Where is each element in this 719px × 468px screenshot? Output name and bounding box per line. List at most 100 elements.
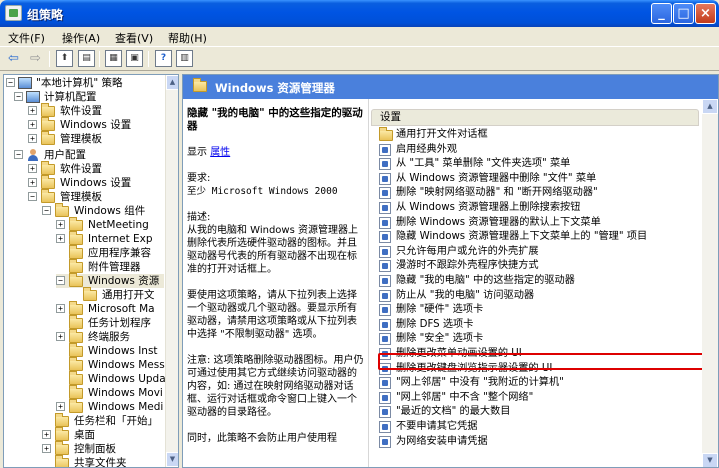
tree-item-control-panel[interactable]: + 控制面板 <box>42 441 164 456</box>
list-item-label: 防止从 "我的电脑" 访问驱动器 <box>396 289 535 301</box>
expand-icon[interactable]: + <box>28 164 37 173</box>
policy-title: 隐藏 "我的电脑" 中的这些指定的驱动器 <box>187 107 363 132</box>
menu-help[interactable]: 帮助(H) <box>168 30 207 46</box>
tree-item-user-software-settings[interactable]: + 软件设置 <box>28 161 164 176</box>
policy-setting-icon <box>379 435 391 448</box>
tree-item-windows-settings[interactable]: + Windows 设置 <box>28 117 164 132</box>
tree-item-internet-explorer[interactable]: + Internet Exp <box>56 231 164 246</box>
list-scrollbar[interactable]: ▲ ▼ <box>702 99 718 467</box>
collapse-icon[interactable]: − <box>6 78 15 87</box>
collapse-icon[interactable]: − <box>14 150 23 159</box>
expand-icon[interactable]: + <box>28 120 37 129</box>
tree-item-netmeeting[interactable]: + NetMeeting <box>56 217 164 232</box>
expand-icon[interactable]: + <box>56 332 65 341</box>
tree-item-admin-templates[interactable]: + 管理模板 <box>28 131 164 146</box>
show-label: 显示 <box>187 147 207 158</box>
help-icon[interactable]: ? <box>155 50 172 67</box>
policy-setting-icon <box>379 216 391 229</box>
tree-label: Windows 组件 <box>74 205 146 217</box>
tree-item-taskbar-start[interactable]: 任务栏和「开始」 <box>42 413 164 428</box>
expand-icon[interactable]: + <box>28 106 37 115</box>
menu-view[interactable]: 查看(V) <box>115 30 153 46</box>
collapse-icon[interactable]: − <box>28 192 37 201</box>
menu-file[interactable]: 文件(F) <box>8 30 45 46</box>
tree-item-windows-media-player[interactable]: + Windows Medi <box>56 399 164 414</box>
tree-item-shared-folders[interactable]: 共享文件夹 <box>42 455 164 467</box>
folder-icon <box>69 357 83 371</box>
extended-view-icon[interactable]: ▥ <box>176 50 193 67</box>
expand-icon[interactable]: + <box>28 178 37 187</box>
tree-label: 软件设置 <box>60 105 102 117</box>
settings-column-header[interactable]: 设置 <box>371 109 699 126</box>
tree-item-windows-explorer[interactable]: − Windows 资源 <box>56 273 164 288</box>
list-item-label: 启用经典外观 <box>396 143 458 155</box>
policy-setting-icon <box>379 202 391 214</box>
list-item-label: 从 "工具" 菜单删除 "文件夹选项" 菜单 <box>396 158 571 170</box>
folder-icon <box>69 343 83 357</box>
tree-pane: − "本地计算机" 策略 − 计算机配置 + 软件设置 + Windows 设置… <box>3 74 179 468</box>
scroll-up-icon[interactable]: ▲ <box>702 99 718 114</box>
folder-icon <box>69 371 83 385</box>
tree-item-common-open-file[interactable]: 通用打开文 <box>70 287 164 302</box>
policy-setting-icon <box>379 377 391 390</box>
scroll-up-icon[interactable]: ▲ <box>166 75 178 90</box>
properties-link[interactable]: 属性 <box>210 147 230 158</box>
tree-label: 计算机配置 <box>44 91 97 103</box>
collapse-icon[interactable]: − <box>42 206 51 215</box>
tree-item-user-admin-templates[interactable]: − 管理模板 <box>28 189 164 204</box>
list-item-label: 删除 DFS 选项卡 <box>396 318 474 330</box>
scroll-down-icon[interactable]: ▼ <box>702 453 718 467</box>
expand-icon[interactable]: + <box>28 134 37 143</box>
list-item-label: 为网络安装申请凭据 <box>396 435 488 447</box>
expand-icon[interactable]: + <box>42 444 51 453</box>
tree-item-microsoft-management[interactable]: + Microsoft Ma <box>56 301 164 316</box>
tree-label: 通用打开文 <box>102 289 155 301</box>
policy-setting-icon <box>379 187 391 200</box>
policy-setting-icon <box>379 231 391 244</box>
toolbar: ⇦ ⇨ ⬆ ▤ ▦ ▣ ? ▥ <box>0 47 719 71</box>
title-bar[interactable]: 组策略 _ □ × <box>0 0 719 27</box>
collapse-icon[interactable]: − <box>14 92 23 101</box>
expand-icon[interactable]: + <box>56 304 65 313</box>
close-button[interactable]: × <box>695 3 716 24</box>
tree-item-user-windows-settings[interactable]: + Windows 设置 <box>28 175 164 190</box>
tree-item-desktop[interactable]: + 桌面 <box>42 427 164 442</box>
tree-item-computer-config[interactable]: − 计算机配置 <box>14 90 164 104</box>
expand-icon[interactable]: + <box>56 220 65 229</box>
menu-action[interactable]: 操作(A) <box>62 30 100 46</box>
maximize-button[interactable]: □ <box>673 3 694 24</box>
tree-item-windows-installer[interactable]: Windows Inst <box>56 343 164 358</box>
tree-item-windows-messenger[interactable]: Windows Mess <box>56 357 165 372</box>
tree-item-windows-update[interactable]: Windows Upda <box>56 371 166 386</box>
tree-item-local-policy[interactable]: − "本地计算机" 策略 <box>6 76 166 90</box>
back-arrow-icon[interactable]: ⇦ <box>5 50 22 67</box>
tree-scrollbar[interactable]: ▲ ▼ <box>165 75 178 467</box>
tree-item-task-scheduler[interactable]: 任务计划程序 <box>56 315 164 330</box>
forward-arrow-icon[interactable]: ⇨ <box>27 50 44 67</box>
up-folder-icon[interactable]: ⬆ <box>56 50 73 67</box>
expand-icon[interactable]: + <box>56 402 65 411</box>
tree-item-attachment-manager[interactable]: 附件管理器 <box>56 259 164 274</box>
expand-icon[interactable]: + <box>42 430 51 439</box>
expand-icon[interactable]: + <box>56 234 65 243</box>
more-text: 同时，此策略不会防止用户使用程 <box>187 433 337 444</box>
tree-label: 应用程序兼容 <box>88 247 151 259</box>
tree-item-terminal-services[interactable]: + 终端服务 <box>56 329 164 344</box>
folder-icon <box>55 427 69 441</box>
tree-item-user-config[interactable]: − 用户配置 <box>14 148 164 162</box>
tree-label: NetMeeting <box>88 219 149 231</box>
tree-item-windows-components[interactable]: − Windows 组件 <box>42 203 164 218</box>
tree-item-windows-movie-maker[interactable]: Windows Movi <box>56 385 164 400</box>
toolbar-separator <box>148 51 149 67</box>
properties-icon[interactable]: ▦ <box>105 50 122 67</box>
minimize-button[interactable]: _ <box>651 3 672 24</box>
group-policy-window: 组策略 _ □ × 文件(F) 操作(A) 查看(V) 帮助(H) ⇦ ⇨ ⬆ … <box>0 0 719 468</box>
list-item-label: 删除 "硬件" 选项卡 <box>396 304 484 316</box>
policy-setting-icon <box>379 260 391 273</box>
export-list-icon[interactable]: ▣ <box>126 50 143 67</box>
tree-item-software-settings[interactable]: + 软件设置 <box>28 103 164 118</box>
scroll-down-icon[interactable]: ▼ <box>166 452 178 467</box>
collapse-icon[interactable]: − <box>56 276 65 285</box>
tree-item-app-compat[interactable]: 应用程序兼容 <box>56 245 164 260</box>
show-tree-icon[interactable]: ▤ <box>78 50 95 67</box>
